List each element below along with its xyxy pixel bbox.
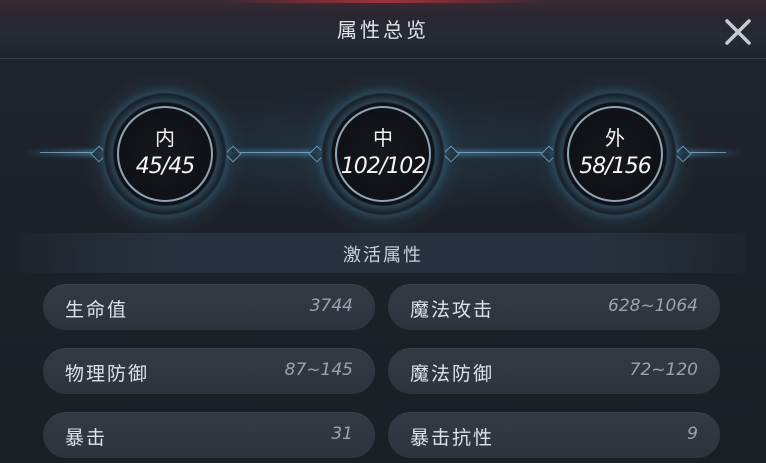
orb-label: 内 [155, 126, 175, 150]
stat-name: 魔法防御 [410, 363, 495, 385]
stat-name: 暴击抗性 [410, 427, 495, 449]
stat-row-magic-attack: 魔法攻击 628~1064 [388, 284, 720, 330]
attribute-overview-panel: 属性总览 内 45/45 中 102/102 外 58/156 激活属性 生命值… [0, 0, 766, 463]
orb-middle[interactable]: 中 102/102 [299, 70, 467, 238]
stat-value: 87~145 [284, 360, 353, 380]
section-title: 激活属性 [343, 245, 423, 266]
orb-outer[interactable]: 外 58/156 [531, 70, 699, 238]
stat-row-crit-resist: 暴击抗性 9 [388, 412, 720, 458]
stat-row-crit: 暴击 31 [43, 412, 375, 458]
stat-name: 物理防御 [65, 363, 150, 385]
stat-name: 生命值 [65, 299, 129, 321]
stat-row-hp: 生命值 3744 [43, 284, 375, 330]
panel-header: 属性总览 [0, 0, 766, 59]
orb-value: 45/45 [135, 154, 195, 179]
orb-label: 外 [605, 126, 625, 150]
section-header: 激活属性 [20, 233, 746, 273]
stat-value: 31 [331, 424, 353, 444]
stat-value: 628~1064 [608, 296, 698, 316]
stat-value: 72~120 [629, 360, 698, 380]
stat-name: 暴击 [65, 427, 108, 449]
meridian-orbs: 内 45/45 中 102/102 外 58/156 [0, 70, 766, 238]
stat-row-physical-defense: 物理防御 87~145 [43, 348, 375, 394]
stat-value: 9 [687, 424, 698, 444]
orb-value: 102/102 [340, 154, 426, 179]
panel-title: 属性总览 [337, 18, 429, 42]
orb-inner[interactable]: 内 45/45 [81, 70, 249, 238]
orb-value: 58/156 [579, 154, 651, 179]
stat-row-magic-defense: 魔法防御 72~120 [388, 348, 720, 394]
close-icon [725, 19, 751, 45]
orb-label: 中 [373, 126, 393, 150]
stat-name: 魔法攻击 [410, 299, 495, 321]
close-button[interactable] [718, 12, 758, 52]
stat-value: 3744 [309, 296, 353, 316]
